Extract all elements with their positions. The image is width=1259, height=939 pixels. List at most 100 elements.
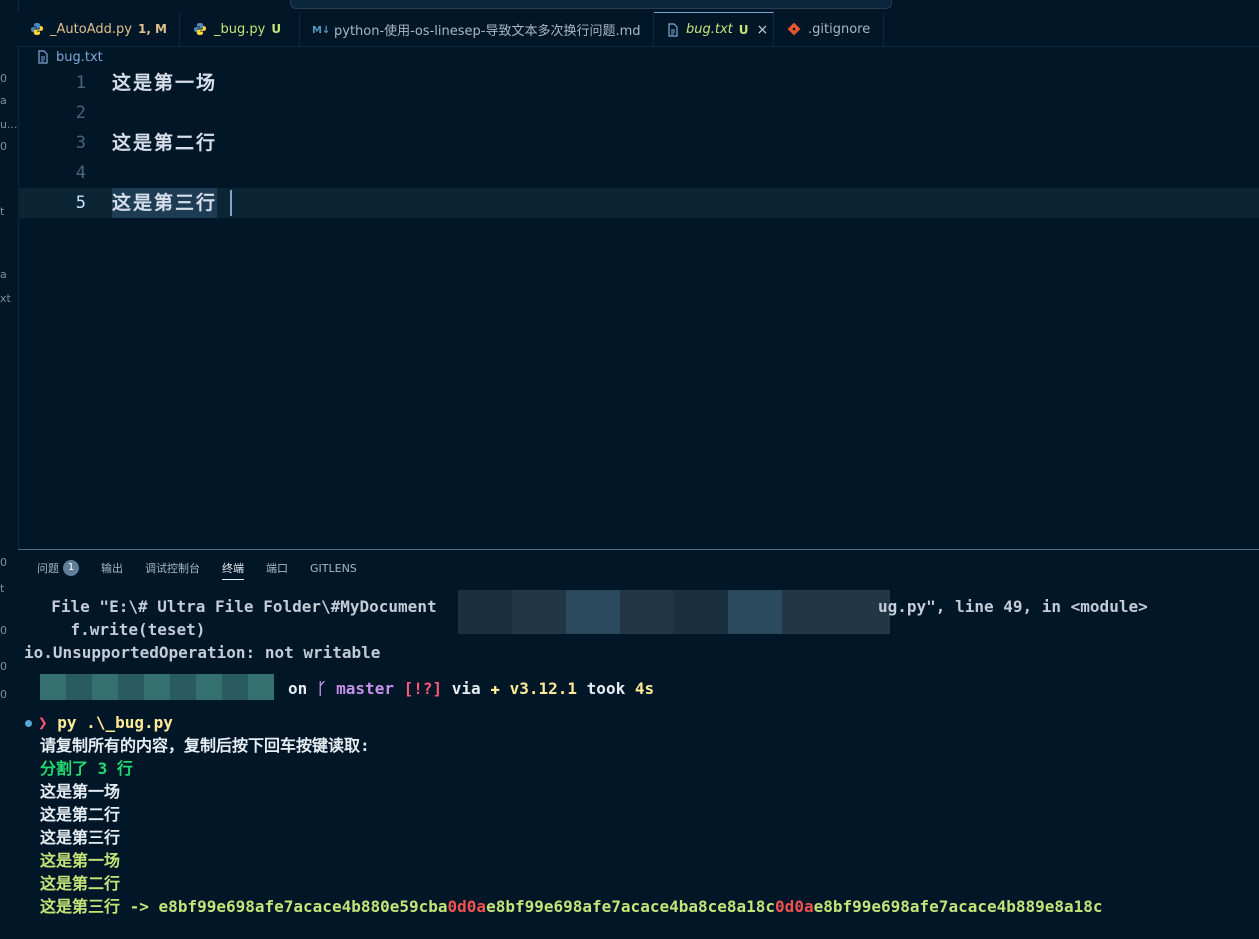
terminal-line: 分割了 3 行: [40, 758, 133, 780]
output-line: 这是第三行: [40, 828, 121, 847]
tab-python-os-linesep-md[interactable]: M↓ python-使用-os-linesep-导致文本多次换行问题.md: [300, 12, 654, 46]
redacted-block: [248, 674, 274, 700]
explorer-truncated-text: t: [0, 205, 5, 218]
terminal-line: 请复制所有的内容，复制后按下回车按键读取:: [40, 735, 370, 757]
panel-tab-label: 端口: [266, 562, 288, 575]
tab-git-status: U: [271, 22, 282, 36]
command-duration: 4s: [634, 679, 655, 698]
hex-bytes: e8bf99e698afe7acace4ba8ce8a18c: [486, 897, 776, 916]
traceback-file-tail: ug.py", line 49, in <module>: [878, 597, 1148, 616]
line-text: 这是第一场: [112, 72, 218, 94]
git-branch: master: [336, 679, 394, 698]
explorer-truncated-text: 0: [0, 72, 7, 85]
python-icon: [192, 21, 208, 37]
panel-tab[interactable]: GITLENS: [310, 550, 357, 586]
explorer-truncated-text: 0: [0, 556, 7, 569]
terminal-line: f.write(teset): [32, 619, 206, 641]
hex-bytes: e8bf99e698afe7acace4b880e59cba: [158, 897, 448, 916]
panel-tab[interactable]: 输出: [101, 550, 123, 586]
output-prompt: 请复制所有的内容，复制后按下回车按键读取:: [40, 736, 370, 755]
panel-tab[interactable]: 端口: [266, 550, 288, 586]
redacted-block: [170, 674, 196, 700]
command-status-dot: [25, 720, 32, 727]
python-icon: ✚: [490, 679, 500, 698]
explorer-truncated-text: 0: [0, 140, 7, 153]
terminal-line: io.UnsupportedOperation: not writable: [24, 642, 380, 664]
close-icon[interactable]: ×: [757, 22, 769, 38]
tab-label: .gitignore: [808, 21, 871, 37]
bottom-panel: 问题 1 输出 调试控制台 终端 端口 GITLENS File "E:\# Ultra F…: [18, 549, 1259, 939]
terminal-line: ❯ py .\_bug.py: [38, 712, 173, 734]
explorer-truncated-text: u...: [0, 118, 18, 131]
panel-tab[interactable]: 终端: [222, 550, 244, 586]
terminal-line: 这是第二行: [40, 873, 120, 895]
tab-label: bug.txt: [686, 22, 733, 37]
tab-autoadd-py[interactable]: _AutoAdd.py 1, M: [18, 12, 180, 46]
line-number: 3: [75, 133, 86, 153]
tab-git-status: U: [738, 22, 749, 37]
editor-line[interactable]: 5 这是第三行: [18, 188, 1259, 218]
explorer-truncated-text: 0: [0, 688, 7, 701]
prompt-symbol: ❯: [38, 713, 48, 732]
output-arrow: ->: [120, 897, 159, 916]
redacted-block: [66, 674, 92, 700]
editor-line[interactable]: 3 这是第二行: [18, 128, 1259, 158]
file-icon: [666, 22, 680, 38]
redacted-block: [512, 590, 566, 634]
explorer-truncated-text: xt: [0, 292, 11, 305]
panel-tab[interactable]: 调试控制台: [145, 550, 200, 586]
file-icon: [36, 50, 50, 64]
explorer-truncated-text: t: [0, 582, 5, 595]
command-center[interactable]: [290, 0, 892, 9]
panel-tab-label: 终端: [222, 562, 244, 575]
panel-tab-label: 调试控制台: [145, 562, 200, 575]
terminal-line: 这是第一场: [40, 781, 120, 803]
git-branch-icon: ᚴ: [316, 679, 327, 698]
tab-bug-txt[interactable]: bug.txt U ×: [654, 12, 774, 46]
output-line-green: 这是第一场: [40, 851, 121, 870]
redacted-block: [40, 674, 66, 700]
line-number: 1: [75, 73, 86, 93]
terminal-line: 这是第一场: [40, 850, 120, 872]
traceback-file: File "E:\# Ultra File Folder\#MyDocument: [32, 597, 437, 616]
text-editor[interactable]: 1 这是第一场 2 3 这是第二行 4 5 这是第三行: [18, 68, 1259, 548]
redacted-block: [118, 674, 144, 700]
breadcrumb-file[interactable]: bug.txt: [56, 50, 103, 65]
redacted-block: [674, 590, 728, 634]
tab-gitignore[interactable]: .gitignore: [774, 12, 884, 46]
panel-tab[interactable]: 问题 1: [37, 550, 79, 586]
redacted-block: [458, 590, 512, 634]
editor-line[interactable]: 4: [18, 158, 1259, 188]
python-version: v3.12.1: [509, 679, 578, 698]
redacted-block: [144, 674, 170, 700]
line-number: 4: [75, 163, 86, 183]
breadcrumb[interactable]: bug.txt: [18, 47, 103, 67]
line-number: 5: [75, 193, 86, 213]
panel-tab-label: 问题: [37, 562, 59, 575]
redacted-block: [620, 590, 674, 634]
hex-bytes: e8bf99e698afe7acace4b889e8a18c: [813, 897, 1103, 916]
editor-line[interactable]: 2: [18, 98, 1259, 128]
output-line: 这是第二行: [40, 805, 121, 824]
terminal-line: on ᚴ master [!?] via ✚ v3.12.1 took 4s: [288, 678, 654, 700]
git-icon: [786, 21, 802, 37]
explorer-truncated-text: a: [0, 94, 7, 107]
output-last-line: 这是第三行: [40, 897, 121, 916]
error-message: io.UnsupportedOperation: not writable: [24, 643, 381, 662]
editor-line[interactable]: 1 这是第一场: [18, 68, 1259, 98]
tab-bug-py[interactable]: _bug.py U: [180, 12, 300, 46]
tab-label: python-使用-os-linesep-导致文本多次换行问题.md: [334, 23, 641, 39]
tab-label: _AutoAdd.py: [50, 21, 132, 37]
markdown-icon: M↓: [312, 21, 328, 37]
line-text: 这是第二行: [112, 132, 218, 154]
prompt-on: on: [288, 679, 308, 698]
explorer-truncated-text: 0: [0, 624, 7, 637]
output-line-green: 这是第二行: [40, 874, 121, 893]
hex-crlf: 0d0a: [775, 897, 814, 916]
hex-crlf: 0d0a: [447, 897, 487, 916]
redacted-block: [782, 590, 836, 634]
